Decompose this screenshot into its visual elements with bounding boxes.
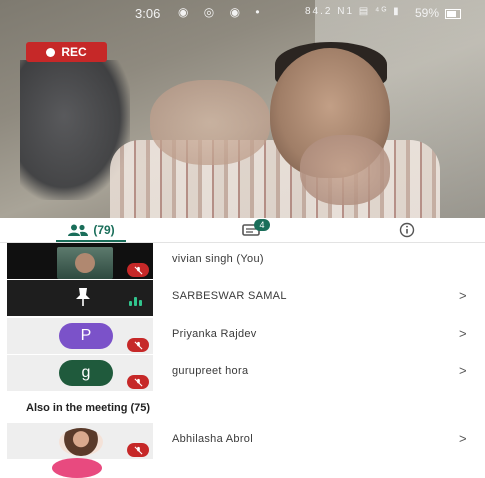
- chevron-right-icon: >: [459, 363, 467, 378]
- participant-video-thumbnail: [57, 247, 113, 279]
- participant-name: Priyanka Rajdev: [172, 328, 257, 340]
- tab-people[interactable]: (79): [56, 218, 126, 242]
- tab-chat[interactable]: 4: [232, 218, 272, 242]
- chat-unread-badge: 4: [254, 219, 270, 231]
- mic-off-icon: [134, 266, 142, 274]
- avatar: [52, 458, 102, 478]
- video-speaker-hand: [150, 80, 270, 165]
- chevron-right-icon: >: [459, 431, 467, 446]
- participant-tile: g: [7, 355, 153, 391]
- mic-off-icon: [134, 341, 142, 349]
- participant-row[interactable]: Abhilasha Abrol >: [0, 423, 485, 459]
- tab-bar: (79) 4: [0, 218, 485, 243]
- recording-badge: REC: [26, 42, 107, 62]
- network-icons: 84.2 N1 ▤ ⁴ᴳ ▮: [305, 6, 401, 17]
- avatar: P: [59, 323, 113, 349]
- participant-tile: [7, 243, 153, 279]
- notification-icons: ◉ ◎ ◉ •: [178, 5, 266, 19]
- status-bar: 3:06 ◉ ◎ ◉ • 84.2 N1 ▤ ⁴ᴳ ▮ 59%: [0, 0, 485, 26]
- record-dot-icon: [46, 47, 56, 57]
- mic-off-icon: [134, 378, 142, 386]
- participant-row[interactable]: SARBESWAR SAMAL >: [0, 280, 485, 316]
- mic-off-icon: [134, 446, 142, 454]
- section-title: Also in the meeting (75): [26, 402, 151, 414]
- info-icon: [399, 222, 415, 238]
- main-video[interactable]: 3:06 ◉ ◎ ◉ • 84.2 N1 ▤ ⁴ᴳ ▮ 59% REC: [0, 0, 485, 218]
- battery-icon: [445, 8, 462, 19]
- tab-info[interactable]: [392, 218, 422, 242]
- battery-indicator: 59%: [415, 6, 462, 20]
- avatar: g: [59, 360, 113, 386]
- mic-off-indicator: [127, 338, 149, 352]
- battery-percent: 59%: [415, 6, 440, 20]
- mic-off-indicator: [127, 375, 149, 389]
- participant-row[interactable]: P Priyanka Rajdev >: [0, 318, 485, 354]
- people-count: (79): [93, 223, 115, 237]
- participant-tile: [7, 280, 153, 316]
- participant-row[interactable]: vivian singh (You): [0, 243, 485, 279]
- participant-name: Abhilasha Abrol: [172, 433, 253, 445]
- participant-tile: P: [7, 318, 153, 354]
- avatar: [59, 428, 103, 456]
- pin-icon: [76, 288, 90, 306]
- speaking-indicator-icon: [129, 297, 142, 306]
- participant-row[interactable]: g gurupreet hora >: [0, 355, 485, 391]
- video-speaker-hand-2: [300, 135, 390, 205]
- chevron-right-icon: >: [459, 288, 467, 303]
- chevron-right-icon: >: [459, 326, 467, 341]
- active-tab-indicator: [56, 240, 126, 242]
- participant-name: gurupreet hora: [172, 365, 249, 377]
- participant-name: SARBESWAR SAMAL: [172, 290, 287, 302]
- video-speaker-body: [110, 140, 440, 218]
- mic-off-indicator: [127, 263, 149, 277]
- people-icon: [68, 224, 89, 236]
- mic-off-indicator: [127, 443, 149, 457]
- recording-label: REC: [61, 45, 87, 59]
- participant-name: vivian singh (You): [172, 253, 264, 265]
- participant-tile: [7, 423, 153, 459]
- status-time: 3:06: [135, 6, 161, 21]
